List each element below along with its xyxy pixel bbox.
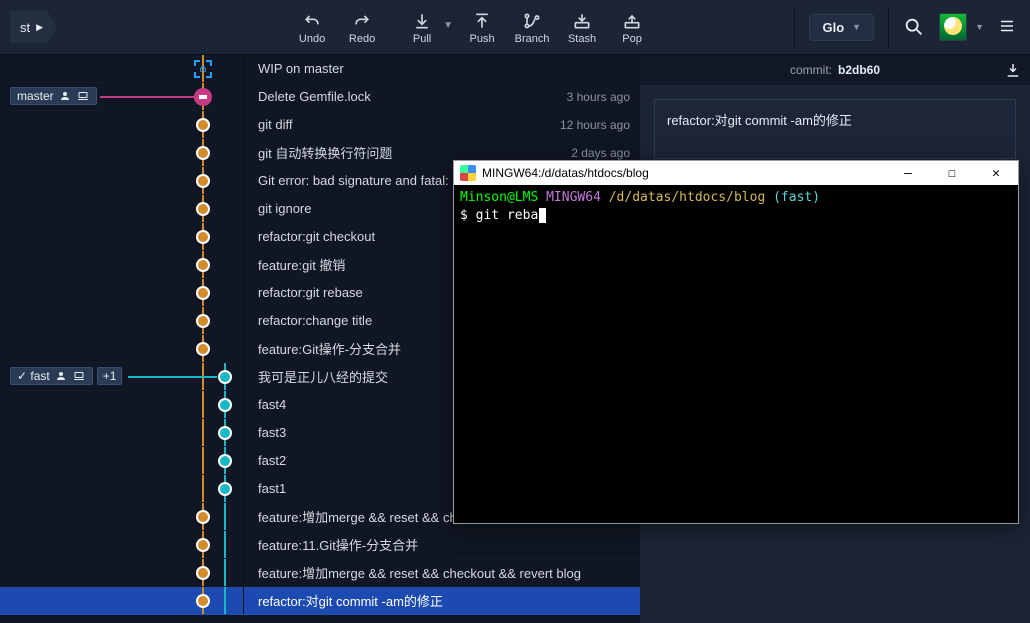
glo-label: Glo: [822, 20, 844, 35]
chevron-down-icon[interactable]: ▼: [975, 22, 984, 32]
commit-dot-icon: [196, 286, 210, 300]
commit-message: WIP on master: [258, 61, 630, 76]
terminal-titlebar[interactable]: MINGW64:/d/datas/htdocs/blog — ☐ ✕: [454, 161, 1018, 185]
search-button[interactable]: [903, 16, 925, 38]
pop-button[interactable]: Pop: [607, 6, 657, 50]
terminal-window[interactable]: MINGW64:/d/datas/htdocs/blog — ☐ ✕ Minso…: [453, 160, 1019, 524]
undo-button[interactable]: Undo: [287, 6, 337, 50]
commit-message: refactor:对git commit -am的修正: [258, 591, 630, 610]
terminal-user: Minson@LMS: [460, 190, 538, 205]
commit-header: commit: b2db60: [640, 55, 1030, 85]
commit-row[interactable]: git diff12 hours ago: [0, 111, 640, 139]
branch-badge-fast[interactable]: ✓ fast +1: [10, 367, 122, 385]
commit-dot-icon: [218, 454, 232, 468]
commit-dot-icon: [218, 426, 232, 440]
pull-button[interactable]: Pull ▼: [397, 6, 447, 50]
commit-message: feature:增加merge && reset && checkout && …: [258, 563, 630, 582]
commit-dot-icon: [218, 482, 232, 496]
commit-dot-icon: [218, 398, 232, 412]
commit-dot-icon: [196, 146, 210, 160]
commit-row[interactable]: feature:11.Git操作-分支合并: [0, 531, 640, 559]
pop-label: Pop: [622, 33, 642, 45]
commit-label: commit:: [790, 63, 832, 77]
pull-label: Pull: [413, 33, 431, 45]
commit-message-box: refactor:对git commit -am的修正: [654, 99, 1016, 159]
undo-label: Undo: [299, 33, 325, 45]
menu-button[interactable]: [998, 17, 1016, 38]
commit-dot-icon: [196, 342, 210, 356]
branch-label: Branch: [515, 33, 550, 45]
toolbar-right: Glo ▼ ▼: [794, 0, 1030, 54]
stash-button[interactable]: Stash: [557, 6, 607, 50]
toolbar: st ▶ Undo Redo Pull ▼ Push Branch Stash: [0, 0, 1030, 55]
terminal-cursor: [539, 208, 546, 223]
commit-dot-icon: [196, 118, 210, 132]
terminal-command: $ git reba: [460, 208, 538, 223]
commit-message: refactor:对git commit -am的修正: [667, 113, 852, 128]
commit-time: 3 hours ago: [559, 90, 630, 104]
chevron-down-icon[interactable]: ▼: [443, 20, 453, 31]
commit-dot-icon: [196, 230, 210, 244]
maximize-button[interactable]: ☐: [930, 161, 974, 185]
terminal-path: /d/datas/htdocs/blog: [609, 190, 766, 205]
commit-row[interactable]: WIP on master: [0, 55, 640, 83]
ahead-count-badge: +1: [97, 367, 123, 385]
commit-message: Delete Gemfile.lock: [258, 89, 559, 104]
download-icon[interactable]: [1004, 61, 1022, 79]
glo-button[interactable]: Glo ▼: [809, 14, 874, 41]
commit-time: 2 days ago: [563, 146, 630, 160]
commit-message: feature:11.Git操作-分支合并: [258, 535, 630, 554]
avatar-icon: [54, 369, 68, 383]
commit-dot-icon: [196, 202, 210, 216]
commit-dot-icon: [196, 594, 210, 608]
branch-button[interactable]: Branch: [507, 6, 557, 50]
branch-badge-master[interactable]: master: [10, 87, 97, 105]
terminal-branch: (fast): [773, 190, 820, 205]
commit-dot-icon: [218, 370, 232, 384]
checked-out-badge: ✓ fast: [10, 367, 93, 385]
laptop-icon: [72, 369, 86, 383]
close-button[interactable]: ✕: [974, 161, 1018, 185]
commit-dot-icon: [196, 258, 210, 272]
commit-row[interactable]: refactor:对git commit -am的修正: [0, 587, 640, 615]
commit-dot-icon: [196, 566, 210, 580]
current-branch-chip[interactable]: st ▶: [10, 11, 57, 43]
terminal-title: MINGW64:/d/datas/htdocs/blog: [482, 166, 886, 180]
commit-time: 12 hours ago: [552, 118, 630, 132]
stash-label: Stash: [568, 33, 596, 45]
chevron-down-icon: ▼: [852, 22, 861, 32]
user-avatar[interactable]: [939, 13, 967, 41]
mingw-icon: [460, 165, 476, 181]
stash-icon: [194, 60, 212, 78]
commit-dot-icon: [196, 314, 210, 328]
commit-dot-icon: [196, 174, 210, 188]
commit-dot-icon: [196, 538, 210, 552]
commit-row[interactable]: master Delete Gemfile.lock3 hours ago: [0, 83, 640, 111]
current-branch-label: st: [20, 20, 30, 35]
push-label: Push: [470, 33, 495, 45]
terminal-body[interactable]: Minson@LMS MINGW64 /d/datas/htdocs/blog …: [454, 185, 1018, 523]
redo-button[interactable]: Redo: [337, 6, 387, 50]
commit-row[interactable]: feature:增加merge && reset && checkout && …: [0, 559, 640, 587]
commit-message: git diff: [258, 117, 552, 132]
terminal-env: MINGW64: [546, 190, 601, 205]
redo-label: Redo: [349, 33, 375, 45]
minimize-button[interactable]: —: [886, 161, 930, 185]
commit-hash: b2db60: [838, 63, 880, 77]
toolbar-actions: Undo Redo Pull ▼ Push Branch Stash Pop: [287, 0, 657, 54]
chevron-right-icon: ▶: [36, 22, 43, 33]
avatar-icon: [58, 89, 72, 103]
uncommitted-changes-icon: [194, 88, 212, 106]
push-button[interactable]: Push: [457, 6, 507, 50]
commit-dot-icon: [196, 510, 210, 524]
laptop-icon: [76, 89, 90, 103]
